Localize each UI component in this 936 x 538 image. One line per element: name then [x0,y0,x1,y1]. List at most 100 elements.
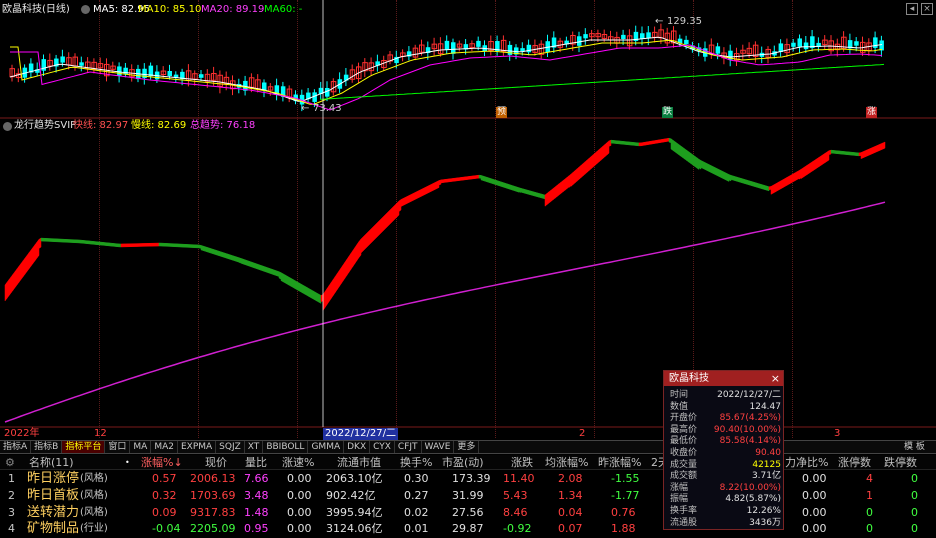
popup-title: 欧晶科技 [664,371,783,386]
settings-dot-icon[interactable] [81,5,90,14]
col-price[interactable]: 现价 [205,456,227,470]
cell-no: 3 [8,506,15,519]
col-updown[interactable]: 涨跌 [511,456,533,470]
tab-window[interactable]: 窗口 [105,441,131,453]
quote-info-popup[interactable]: 欧晶科技 × 时间 2022/12/27/二 数值 124.47 开盘价 85.67(4.… [663,370,784,530]
popup-key: 换手率 [670,506,698,516]
tab-ma2[interactable]: MA2 [151,441,178,453]
cell-chg: 0.09 [152,506,177,519]
tab-expma[interactable]: EXPMA [178,441,217,453]
close-icon[interactable]: × [921,3,933,15]
cell-avg: 0.04 [558,506,583,519]
tab-dkx[interactable]: DKX [344,441,371,453]
cell-tag: (风格) [80,507,108,518]
cell-up: 0 [866,522,873,535]
col-volume-ratio[interactable]: 量比 [245,456,267,470]
collapse-icon[interactable]: ◂ [906,3,918,15]
cell-down: 0 [911,506,918,519]
cell-turn: 0.02 [404,506,429,519]
cell-speed: 0.00 [287,522,312,535]
cell-updown: 11.40 [503,472,535,485]
popup-value: 3.71亿 [751,471,781,482]
cell-speed: 0.00 [287,489,312,502]
tab-bbiboll[interactable]: BBIBOLL [263,441,309,453]
popup-value: 12.26% [746,506,781,516]
cell-name: 昨日首板 [27,488,80,503]
cell-vr: 3.48 [244,489,269,502]
cell-speed: 0.00 [287,472,312,485]
indicator-tab-bar: 指标A 指标B 指标平台 窗口 MA MA2 EXPMA SQJZ XT BBIBOLL GMMA D… [0,440,936,454]
cell-net: 0.00 [802,489,827,502]
cell-name: 矿物制品 [27,521,80,536]
cell-net: 0.00 [802,472,827,485]
cell-down: 0 [911,489,918,502]
popup-key: 成交量 [670,459,698,470]
popup-value: 42125 [752,459,781,470]
cell-turn: 0.01 [404,522,429,535]
cell-speed: 0.00 [287,506,312,519]
cell-mcap: 3995.94亿 [326,506,383,519]
marker-yu: 预 [496,107,508,118]
price-and-indicator-chart[interactable] [0,0,936,440]
cell-down: 0 [911,472,918,485]
tab-indicator-b[interactable]: 指标B [31,441,63,453]
cell-mcap: 3124.06亿 [326,522,383,535]
popup-value: 90.40 [755,448,781,458]
col-limit-up[interactable]: 涨停数 [838,456,871,470]
cell-updown: 5.43 [503,489,528,502]
popup-value: 85.58(4.14%) [719,436,781,447]
cell-name: 送转潜力 [27,505,80,520]
cell-up: 0 [866,506,873,519]
tab-wave[interactable]: WAVE [422,441,455,453]
template-button[interactable]: 模 板 [904,441,925,453]
tab-ma[interactable]: MA [130,441,152,453]
dot-icon: • [125,458,130,467]
indicator-title: 龙行趋势SVIP [14,120,77,131]
col-speed[interactable]: 涨速% [282,456,314,470]
tab-indicator-platform[interactable]: 指标平台 [62,441,106,453]
tab-more[interactable]: 更多 [454,441,480,453]
cell-no: 1 [8,472,15,485]
col-change[interactable]: 涨幅%↓ [141,456,183,470]
gear-icon[interactable]: ⚙ [5,456,15,470]
col-limit-down[interactable]: 跌停数 [884,456,917,470]
popup-key: 最高价 [670,424,698,435]
cell-turn: 0.27 [404,489,429,502]
popup-close-icon[interactable]: × [771,372,780,385]
total-trend-label: 总趋势: 76.18 [190,120,256,131]
fast-line-label: 快线: 82.97 [73,120,129,131]
cell-vr: 7.66 [244,472,269,485]
popup-value: 85.67(4.25%) [719,413,781,424]
marker-zhang: 涨 [866,107,878,118]
candlesticks [9,23,884,112]
low-arrow-icon: ← [301,103,310,114]
cell-avg: 2.08 [558,472,583,485]
stock-chart-app: { "main_chart":{ "title":"欧晶科技(日线)", "ma… [0,0,936,538]
indicator-settings-icon[interactable] [3,122,12,131]
tab-cyx[interactable]: CYX [370,441,395,453]
tab-sqjz[interactable]: SQJZ [216,441,245,453]
cell-net: 0.00 [802,506,827,519]
popup-key: 涨幅 [670,482,689,493]
col-avg-change[interactable]: 均涨幅% [545,456,588,470]
axis-label-12: 12 [94,428,107,439]
cell-price: 2205.09 [190,522,236,535]
ma20-label: MA20: 89.19 [201,4,265,15]
col-yesterday-change[interactable]: 昨涨幅% [598,456,641,470]
cell-vr: 0.95 [244,522,269,535]
cell-price: 9317.83 [190,506,236,519]
cell-chg: 0.57 [152,472,177,485]
popup-key: 时间 [670,390,689,400]
col-pe[interactable]: 市盈(动) [442,456,484,470]
tab-cfjt[interactable]: CFJT [395,441,422,453]
col-market-cap[interactable]: 流通市值 [337,456,381,470]
col-net-ratio[interactable]: 力净比% [785,456,828,470]
cell-tag: (风格) [80,490,108,501]
tab-gmma[interactable]: GMMA [308,441,345,453]
cell-pe: 27.56 [452,506,484,519]
tab-xt[interactable]: XT [245,441,264,453]
tab-indicator-a[interactable]: 指标A [0,441,32,453]
col-name[interactable]: 名称(11) [29,456,74,470]
col-turnover[interactable]: 换手% [400,456,432,470]
high-price-label: 129.35 [667,16,702,27]
